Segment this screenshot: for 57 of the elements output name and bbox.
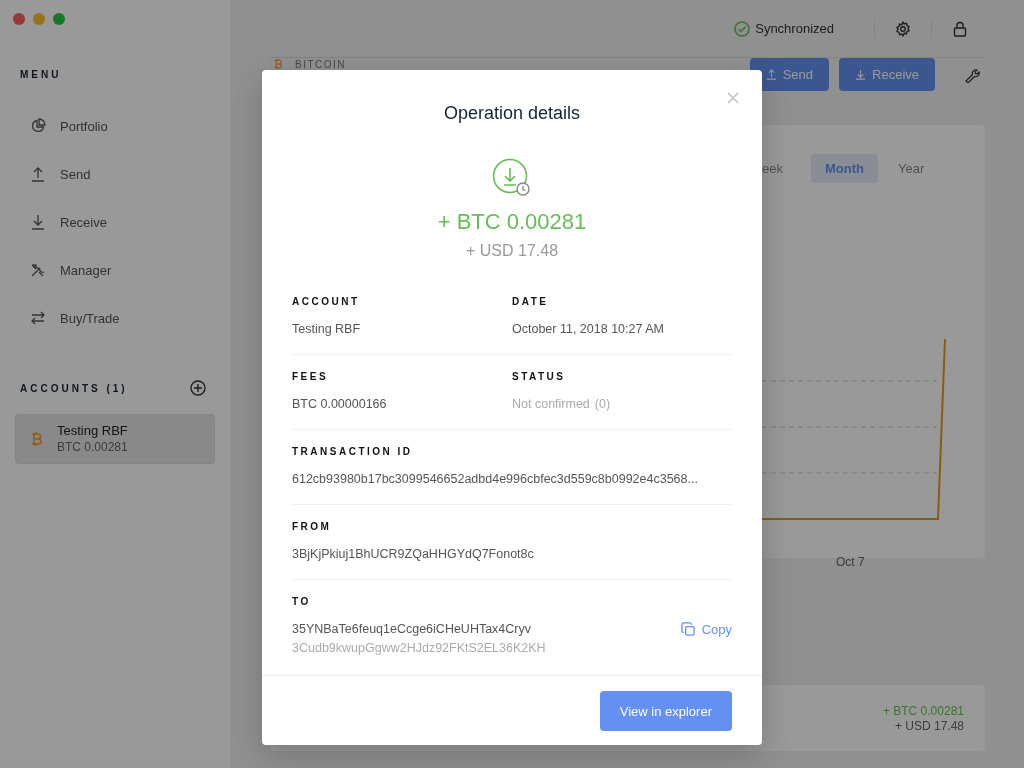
address: 35YNBaTe6feuq1eCcge6iCHeUHTax4Cryv xyxy=(292,621,531,638)
receive-button[interactable]: Receive xyxy=(839,58,935,91)
range-tab[interactable]: Month xyxy=(810,154,878,183)
copy-link[interactable]: Copy xyxy=(680,621,732,637)
operation-fiat: + USD 17.48 xyxy=(894,718,964,733)
range-tab[interactable]: eek xyxy=(762,154,805,183)
view-in-explorer-button[interactable]: View in explorer xyxy=(599,691,732,731)
menu-item[interactable]: Portfolio xyxy=(60,118,108,134)
account-balance: BTC 0.00281 xyxy=(57,439,128,455)
field-label: TO xyxy=(292,596,311,608)
pie-chart-icon xyxy=(30,118,46,134)
settings-icon[interactable] xyxy=(895,20,911,37)
sync-status: Synchronized xyxy=(755,21,834,36)
field-label: FROM xyxy=(292,521,332,533)
field-value: October 11, 2018 10:27 AM xyxy=(512,321,664,338)
operation-amount: + BTC 0.00281 xyxy=(882,703,964,719)
account-name: Testing RBF xyxy=(57,423,128,439)
lock-icon[interactable] xyxy=(952,20,968,37)
menu-item[interactable]: Buy/Trade xyxy=(60,310,120,326)
field-label: TRANSACTION ID xyxy=(292,446,413,458)
field-label: FEES xyxy=(292,371,329,383)
field-value: Not confirmed xyxy=(512,396,590,413)
bitcoin-icon xyxy=(274,58,283,70)
range-tab[interactable]: Year xyxy=(883,154,939,183)
bitcoin-icon xyxy=(31,431,43,447)
close-window-icon[interactable] xyxy=(13,13,25,25)
upload-arrow-icon xyxy=(30,166,46,182)
menu-item[interactable]: Send xyxy=(60,166,91,182)
account-item[interactable]: Testing RBF BTC 0.00281 xyxy=(15,414,215,464)
field-value: BTC 0.00000166 xyxy=(292,396,387,413)
operation-fiat: + USD 17.48 xyxy=(465,241,559,261)
field-label: ACCOUNT xyxy=(292,296,360,308)
field-value: 3BjKjPkiuj1BhUCR9ZQaHHGYdQ7Fonot8c xyxy=(292,546,534,563)
add-account-icon[interactable] xyxy=(190,380,206,396)
field-value: 612cb93980b17bc3099546652adbd4e996cbfec3d559c8b0992e4c3568... xyxy=(292,471,698,488)
address: 3Cudb9kwupGgww2HJdz92FKtS2EL36K2KH xyxy=(292,640,546,657)
menu-item[interactable]: Receive xyxy=(60,214,107,230)
operation-amount: + BTC 0.00281 xyxy=(437,208,587,236)
swap-arrows-icon xyxy=(30,310,46,326)
wrench-icon[interactable] xyxy=(964,66,980,83)
menu-heading: MENU xyxy=(20,69,62,80)
copy-icon xyxy=(680,621,696,637)
currency-name: BITCOIN xyxy=(295,58,347,70)
accounts-heading: ACCOUNTS (1) xyxy=(20,382,128,394)
confirmation-count: (0) xyxy=(594,396,611,413)
field-label: STATUS xyxy=(512,371,566,383)
upload-arrow-icon xyxy=(765,69,777,80)
download-arrow-icon xyxy=(30,214,46,230)
field-value: Testing RBF xyxy=(292,321,361,338)
tools-icon xyxy=(30,262,46,278)
field-label: DATE xyxy=(512,296,549,308)
receive-pending-icon xyxy=(492,158,532,198)
download-arrow-icon xyxy=(855,69,867,80)
modal-title: Operation details xyxy=(443,102,581,125)
check-circle-icon xyxy=(734,20,751,37)
menu-item[interactable]: Manager xyxy=(60,262,112,278)
axis-label: Oct 7 xyxy=(836,555,865,569)
